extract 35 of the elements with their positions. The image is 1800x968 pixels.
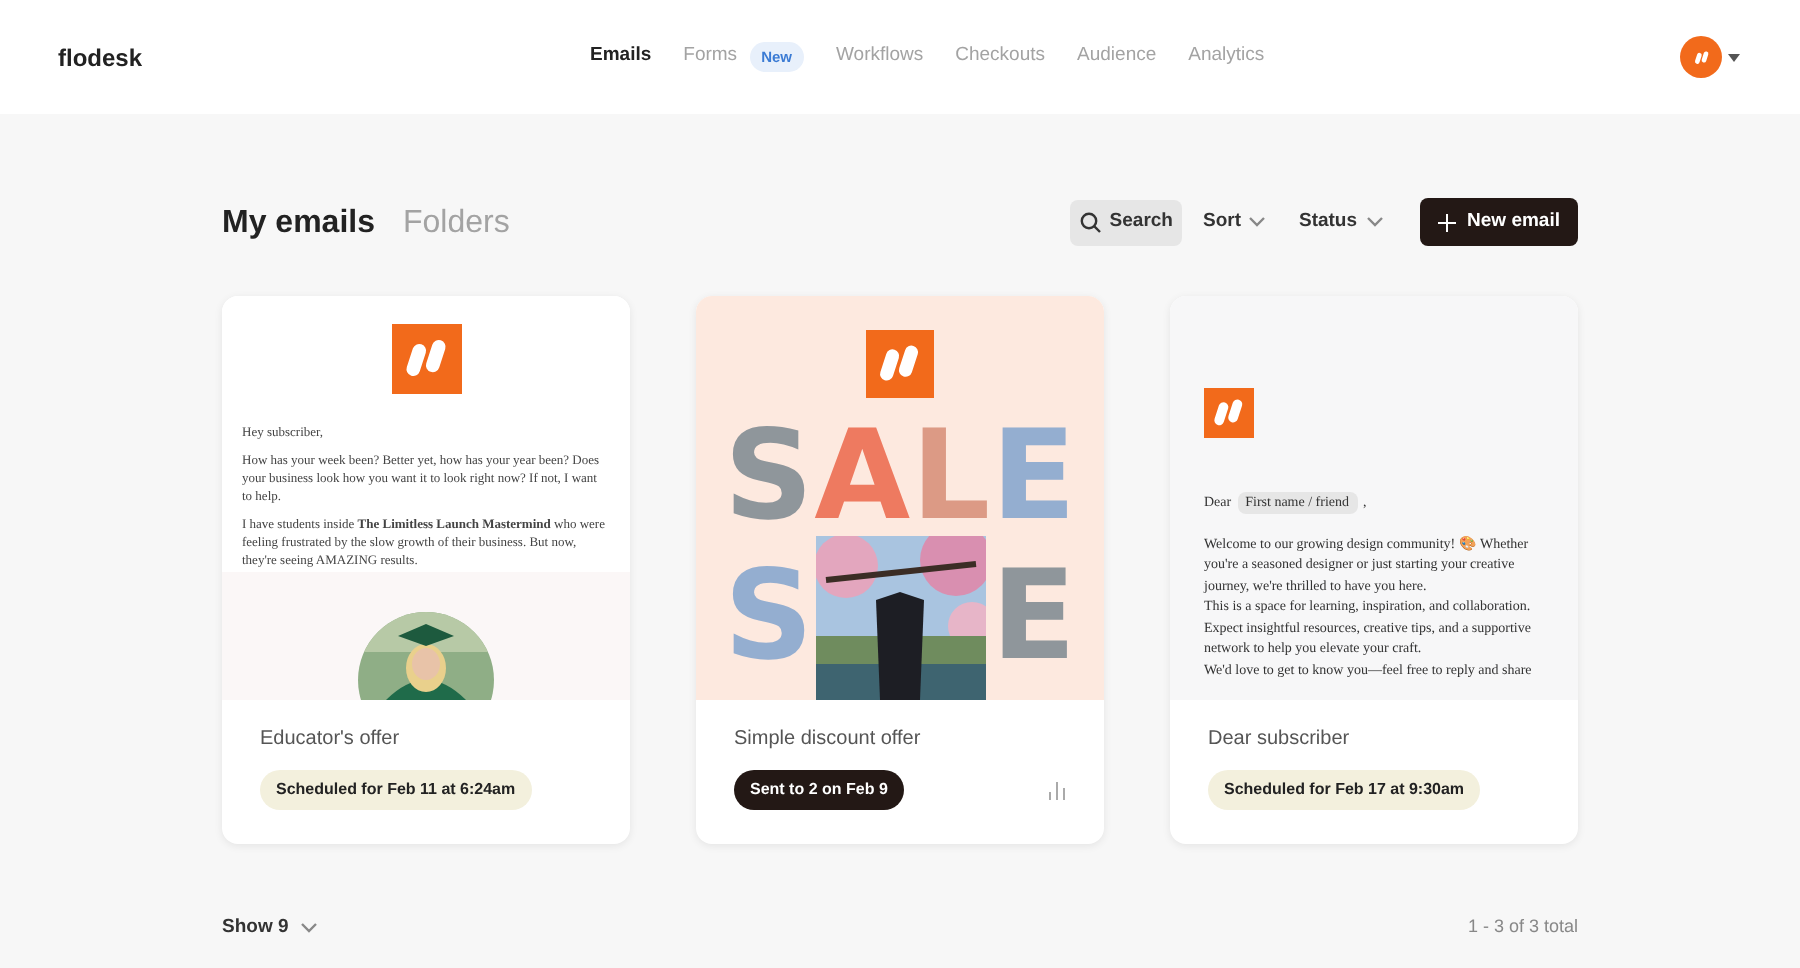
page-size-button[interactable]: Show 9 — [222, 914, 319, 943]
email-card[interactable] — [1170, 296, 1578, 844]
sale-letter: E — [991, 554, 1076, 678]
chevron-icon — [300, 922, 319, 935]
chevron-icon — [1248, 216, 1267, 228]
pagination-count: 1 - 3 of 3 total — [1467, 914, 1578, 941]
new-email-button[interactable]: New email — [1419, 198, 1578, 246]
email-name: Dear subscriber — [1208, 726, 1352, 754]
email-card[interactable]: SALE S E Simple discount offer Sent to 2 on Feb 9 — [696, 296, 1104, 844]
nav-link[interactable]: Emails — [590, 42, 652, 72]
email-card[interactable] — [222, 296, 630, 844]
status-filter-button[interactable]: Status — [1286, 199, 1396, 245]
stats-icon[interactable] — [1048, 780, 1066, 800]
status-badge: Scheduled for Feb 17 at 9:30am — [1208, 770, 1481, 810]
account-avatar[interactable] — [1680, 36, 1722, 78]
sale-letter: A — [814, 414, 911, 538]
status-badge: Scheduled for Feb 11 at 6:24am — [260, 770, 532, 810]
logo-icon — [391, 324, 461, 394]
search-icon — [1079, 211, 1102, 233]
caret-icon — [1728, 53, 1740, 61]
chevron-icon — [1365, 216, 1384, 228]
sale-letter: L — [911, 414, 991, 538]
brand-name[interactable]: flodesk — [58, 39, 143, 75]
logo-icon — [866, 330, 934, 398]
sort-button[interactable]: Sort — [1198, 199, 1271, 245]
status-badge: Sent to 2 on Feb 9 — [734, 770, 904, 810]
page-tab[interactable]: My emails — [222, 200, 375, 248]
sale-letter: S — [724, 414, 814, 538]
sale-letter: E — [991, 414, 1076, 538]
email-name: Simple discount offer — [734, 726, 923, 754]
plus-icon — [1437, 213, 1456, 231]
search-button[interactable]: Search — [1069, 199, 1183, 245]
sale-letter: S — [724, 554, 814, 678]
logo-icon — [1204, 388, 1254, 438]
email-name: Educator's offer — [260, 726, 402, 754]
